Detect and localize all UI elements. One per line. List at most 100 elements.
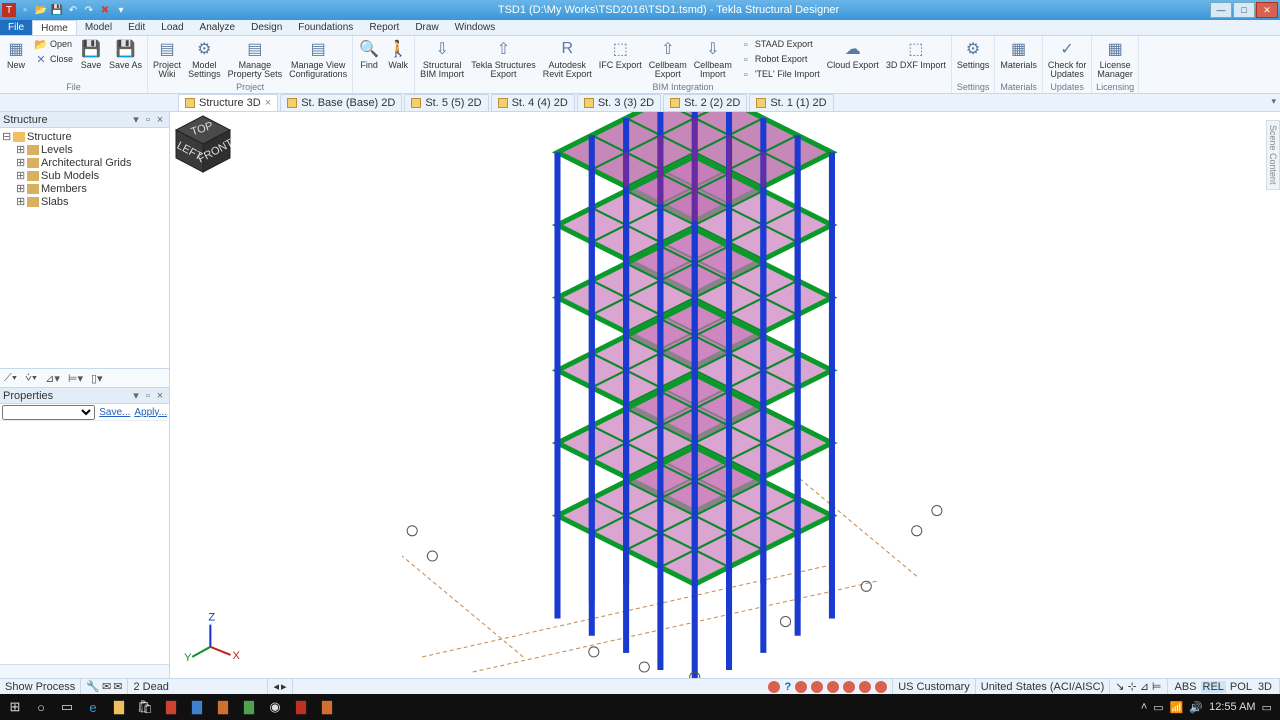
license-button[interactable]: ▦License Manager [1094, 37, 1136, 80]
robot-button[interactable]: ▫Robot Export [736, 52, 823, 67]
status-icon[interactable]: 🔧 [86, 680, 100, 693]
maximize-button[interactable]: □ [1233, 2, 1255, 18]
view-tab[interactable]: St. 5 (5) 2D [404, 94, 488, 111]
panel-dropdown-icon[interactable]: ▾ [130, 389, 142, 402]
status-code[interactable]: United States (ACI/AISC) [976, 679, 1111, 694]
tab-report[interactable]: Report [361, 20, 407, 35]
snap-icon[interactable]: ↘ [1115, 680, 1124, 693]
tree-node[interactable]: ⊞Slabs [2, 195, 167, 208]
file-tab[interactable]: File [0, 20, 32, 35]
close-button[interactable]: ✕Close [31, 52, 76, 67]
tab-analyze[interactable]: Analyze [192, 20, 244, 35]
qat-open-icon[interactable]: 📂 [34, 3, 48, 17]
tool-icon[interactable]: ⊿▾ [45, 372, 60, 385]
store-icon[interactable]: 🛍 [132, 694, 158, 720]
qat-save-icon[interactable]: 💾 [50, 3, 64, 17]
taskview-icon[interactable]: ▭ [54, 694, 80, 720]
view-tab[interactable]: Structure 3D× [178, 94, 278, 111]
start-button[interactable]: ⊞ [2, 694, 28, 720]
mvc-button[interactable]: ▤Manage View Configurations [286, 37, 350, 80]
new-button[interactable]: ▦New [2, 37, 30, 71]
saveas-button[interactable]: 💾Save As [106, 37, 145, 71]
panel-pin-icon[interactable]: ▫ [142, 390, 154, 402]
cloud-button[interactable]: ☁Cloud Export [824, 37, 882, 71]
tray-clock[interactable]: 12:55 AM [1209, 701, 1255, 713]
chrome-icon[interactable]: ◉ [262, 694, 288, 720]
tool-icon[interactable]: ⩒▾ [25, 372, 37, 385]
view-cube[interactable]: TOP LEFT FRONT [170, 112, 236, 178]
tray-notifications-icon[interactable]: ▭ [1262, 701, 1272, 714]
tab-edit[interactable]: Edit [120, 20, 153, 35]
view-tab[interactable]: St. 4 (4) 2D [491, 94, 575, 111]
toggle-3d[interactable]: 3D [1256, 681, 1274, 693]
tab-foundations[interactable]: Foundations [290, 20, 361, 35]
mps-button[interactable]: ▤Manage Property Sets [225, 37, 286, 80]
loadcase-combo[interactable]: 2 Dead [133, 681, 168, 693]
explorer-icon[interactable]: ▇ [106, 694, 132, 720]
materials-button[interactable]: ▦Materials [997, 37, 1040, 71]
tray-chevron-icon[interactable]: ˄ [1141, 701, 1147, 713]
app-icon[interactable]: ▇ [288, 694, 314, 720]
tool-icon[interactable]: ⟋▾ [4, 372, 17, 385]
walk-button[interactable]: 🚶Walk [384, 37, 412, 71]
tab-load[interactable]: Load [153, 20, 191, 35]
app-icon[interactable]: ▇ [236, 694, 262, 720]
tab-home[interactable]: Home [32, 20, 77, 35]
structure-tree[interactable]: ⊟Structure⊞Levels⊞Architectural Grids⊞Su… [0, 128, 169, 368]
view-tab[interactable]: St. 1 (1) 2D [749, 94, 833, 111]
snap-icon[interactable]: ⊿ [1140, 680, 1149, 693]
tab-design[interactable]: Design [243, 20, 290, 35]
toggle-rel[interactable]: REL [1201, 681, 1226, 693]
prev-icon[interactable]: ◂ [273, 680, 279, 693]
tab-draw[interactable]: Draw [407, 20, 446, 35]
app-icon[interactable]: ▇ [184, 694, 210, 720]
close-button[interactable]: ✕ [1256, 2, 1278, 18]
show-process-button[interactable]: Show Process [0, 679, 81, 694]
tray-battery-icon[interactable]: ▭ [1153, 701, 1163, 714]
settings-button[interactable]: ⚙Settings [954, 37, 993, 71]
app-icon[interactable]: ▇ [158, 694, 184, 720]
mset-button[interactable]: ⚙Model Settings [185, 37, 224, 80]
dxf-button[interactable]: ⬚3D DXF Import [883, 37, 949, 71]
edge-icon[interactable]: e [80, 694, 106, 720]
app-icon[interactable]: ▇ [314, 694, 340, 720]
view-tab[interactable]: St. Base (Base) 2D [280, 94, 402, 111]
status-help-icon[interactable]: ? [784, 681, 791, 693]
status-icon[interactable]: ✉ [102, 680, 111, 693]
qat-undo-icon[interactable]: ↶ [66, 3, 80, 17]
panel-close-icon[interactable]: × [154, 390, 166, 402]
open-button[interactable]: 📂Open [31, 37, 76, 52]
tree-node[interactable]: ⊞Architectural Grids [2, 156, 167, 169]
tab-close-icon[interactable]: × [265, 97, 271, 109]
ifc-button[interactable]: ⬚IFC Export [596, 37, 645, 71]
tool-icon[interactable]: ⊨▾ [68, 372, 83, 385]
tab-model[interactable]: Model [77, 20, 120, 35]
tse-button[interactable]: ⇧Tekla Structures Export [468, 37, 539, 80]
tree-node[interactable]: ⊞Levels [2, 143, 167, 156]
tool-icon[interactable]: ▯▾ [91, 372, 103, 385]
find-button[interactable]: 🔍Find [355, 37, 383, 71]
3d-viewport[interactable]: Z X Y TOP LEFT FRONT Scene Content [170, 112, 1280, 678]
snap-icon[interactable]: ⊨ [1152, 680, 1162, 693]
properties-selector[interactable] [2, 405, 95, 420]
view-tab[interactable]: St. 2 (2) 2D [663, 94, 747, 111]
scene-content-tab[interactable]: Scene Content [1266, 120, 1280, 190]
cortana-icon[interactable]: ○ [28, 694, 54, 720]
toggle-pol[interactable]: POL [1228, 681, 1254, 693]
view-tab[interactable]: St. 3 (3) 2D [577, 94, 661, 111]
wiki-button[interactable]: ▤Project Wiki [150, 37, 184, 80]
cbe-button[interactable]: ⇧Cellbeam Export [646, 37, 690, 80]
qat-delete-icon[interactable]: ✖ [98, 3, 112, 17]
are-button[interactable]: RAutodesk Revit Export [540, 37, 595, 80]
properties-apply-link[interactable]: Apply... [134, 407, 167, 418]
tree-node[interactable]: ⊞Members [2, 182, 167, 195]
tree-node[interactable]: ⊞Sub Models [2, 169, 167, 182]
qat-dropdown-icon[interactable]: ▾ [114, 3, 128, 17]
app-icon[interactable]: ▇ [210, 694, 236, 720]
minimize-button[interactable]: — [1210, 2, 1232, 18]
properties-save-link[interactable]: Save... [99, 407, 130, 418]
staad-button[interactable]: ▫STAAD Export [736, 37, 823, 52]
cbi-button[interactable]: ⇩Cellbeam Import [691, 37, 735, 80]
status-icon[interactable]: ✉ [113, 680, 122, 693]
snap-icon[interactable]: ⊹ [1127, 680, 1136, 693]
